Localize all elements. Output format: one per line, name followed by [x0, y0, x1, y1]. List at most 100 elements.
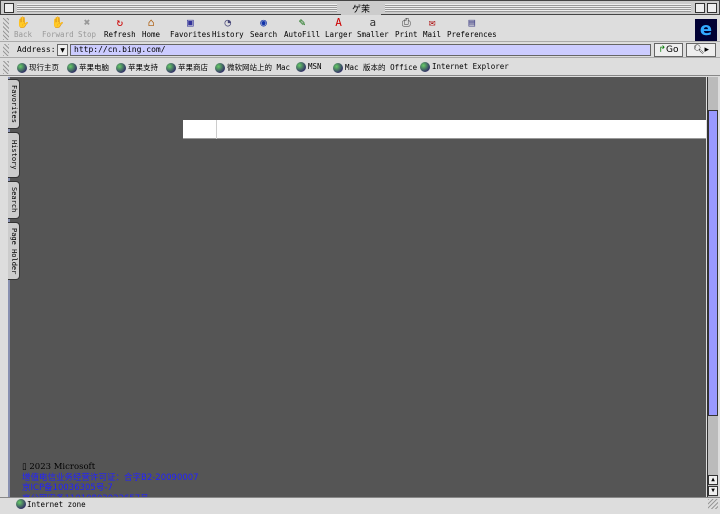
zoom-box[interactable]: [695, 3, 705, 13]
globe-icon: [17, 63, 27, 73]
favorite-label: Mac 版本的 Office: [345, 63, 418, 72]
toolbar-forward-button[interactable]: ✋ Forward: [42, 16, 74, 40]
page-content: [8, 77, 706, 497]
go-label: Go: [666, 45, 679, 55]
go-arrow-icon: ↱: [658, 45, 667, 55]
favorite-link[interactable]: 微软网站上的 Mac: [215, 62, 290, 73]
page-footer: ▯ 2023 Microsoft 增值电信业务经营许可证：合字B2-200900…: [22, 462, 199, 500]
toolbar-label: Mail: [423, 30, 442, 39]
toolbar-label: History: [212, 30, 244, 39]
favorite-link[interactable]: Internet Explorer: [420, 62, 509, 72]
favorite-label: 微软网站上的 Mac: [227, 63, 291, 72]
favorite-link[interactable]: Mac 版本的 Office: [333, 62, 417, 73]
copyright: ▯ 2023 Microsoft: [22, 462, 96, 472]
toolbar-favorites-button[interactable]: ▣ Favorites: [170, 16, 211, 40]
favorites-bar: 现行主页 苹果电脑 苹果支持 苹果商店 微软网站上的 Mac MSN Mac 版本的 Off…: [0, 59, 720, 76]
toolbar-larger-button[interactable]: A Larger: [325, 16, 353, 40]
address-grip[interactable]: [3, 44, 9, 56]
toolbar-label: Forward: [42, 30, 74, 39]
toolbar-stop-button[interactable]: ✖ Stop: [78, 16, 97, 40]
favorite-label: 苹果电脑: [79, 63, 109, 72]
toolbar-label: Stop: [78, 30, 97, 39]
address-bar: Address: ▼ http://cn.bing.com/ ↱Go 🔍︎▸: [0, 42, 720, 58]
toolbar-label: Favorites: [170, 30, 211, 39]
scroll-thumb[interactable]: [708, 110, 718, 416]
status-bar: Internet zone: [0, 497, 720, 510]
status-text: Internet zone: [27, 500, 86, 509]
address-label: Address:: [17, 45, 56, 54]
toolbar-history-button[interactable]: ◔ History: [212, 17, 244, 40]
autofill-icon: ✎: [298, 16, 306, 29]
collapse-box[interactable]: [707, 3, 717, 13]
go-button[interactable]: ↱Go: [654, 43, 683, 57]
toolbar-back-button[interactable]: ✋ Back: [14, 16, 33, 40]
refresh-icon: ↻: [116, 16, 124, 29]
vertical-scrollbar[interactable]: ▲ ▼: [707, 77, 718, 497]
toolbar-smaller-button[interactable]: a Smaller: [357, 16, 389, 40]
smaller-icon: a: [369, 16, 377, 29]
toolbar-label: Search: [250, 30, 278, 39]
toolbar-label: Back: [14, 30, 33, 39]
preferences-icon: ▤: [468, 16, 476, 29]
title-bar[interactable]: ゲ茉: [0, 0, 720, 15]
scroll-up-arrow[interactable]: ▲: [708, 475, 718, 485]
globe-icon: [333, 63, 343, 73]
stop-icon: ✖: [83, 16, 91, 29]
scroll-down-arrow[interactable]: ▼: [708, 486, 718, 496]
globe-icon: [166, 63, 176, 73]
globe-icon: [215, 63, 225, 73]
favorite-label: Internet Explorer: [432, 62, 509, 71]
favorite-link[interactable]: 苹果商店: [166, 62, 208, 73]
favorite-label: 现行主页: [29, 63, 59, 72]
address-input[interactable]: http://cn.bing.com/: [70, 44, 651, 56]
side-tab-search[interactable]: Search: [8, 181, 20, 219]
toolbar-label: Smaller: [357, 30, 389, 39]
favorites-grip[interactable]: [3, 61, 9, 74]
toolbar-mail-button[interactable]: ✉ Mail: [423, 16, 442, 40]
toolbar-label: Preferences: [447, 30, 497, 39]
toolbar-label: Home: [142, 30, 161, 39]
favorite-link[interactable]: MSN: [296, 62, 322, 72]
toolbar-print-button[interactable]: ⎙ Print: [395, 16, 418, 40]
toolbar-refresh-button[interactable]: ↻ Refresh: [104, 16, 136, 40]
favorite-label: MSN: [308, 62, 322, 71]
globe-icon: [116, 63, 126, 73]
back-icon: ✋: [16, 16, 30, 29]
close-box[interactable]: [4, 3, 14, 13]
footer-link-license[interactable]: 增值电信业务经营许可证：合字B2-20090007: [22, 473, 199, 484]
globe-icon: [420, 62, 430, 72]
favorite-label: 苹果商店: [178, 63, 208, 72]
toolbar-search-button[interactable]: ◉ Search: [250, 16, 278, 40]
toolbar-label: Larger: [325, 30, 353, 39]
toolbar-preferences-button[interactable]: ▤ Preferences: [447, 16, 497, 40]
magnifier-icon: 🔍︎▸: [693, 45, 709, 55]
forward-icon: ✋: [50, 16, 65, 29]
favorite-label: 苹果支持: [128, 63, 158, 72]
footer-link-icp[interactable]: 京ICP备10036305号-7: [22, 483, 199, 494]
title-stripes: [385, 4, 691, 12]
favorites-icon: ▣: [187, 16, 194, 29]
address-history-dropdown[interactable]: ▼: [57, 44, 68, 56]
toolbar-home-button[interactable]: ⌂ Home: [142, 16, 161, 40]
toolbar: ✋ Back ✋ Forward ✖ Stop ↻ Refresh ⌂ Home ▣ Favorite…: [0, 15, 720, 42]
favorite-link[interactable]: 苹果支持: [116, 62, 158, 73]
toolbar-grip[interactable]: [3, 18, 9, 40]
toolbar-autofill-button[interactable]: ✎ AutoFill: [284, 16, 320, 40]
side-tab-favorites[interactable]: Favorites: [8, 79, 20, 129]
globe-icon: [67, 63, 77, 73]
side-tab-history[interactable]: History: [8, 132, 20, 178]
search-box[interactable]: [183, 120, 706, 139]
toolbar-label: Print: [395, 30, 418, 39]
home-icon: ⌂: [147, 16, 155, 29]
larger-icon: A: [335, 16, 342, 29]
search-menu-button[interactable]: 🔍︎▸: [686, 43, 716, 57]
favorite-link[interactable]: 苹果电脑: [67, 62, 109, 73]
toolbar-label: Refresh: [104, 30, 136, 39]
search-icon: ◉: [260, 16, 267, 29]
favorite-link[interactable]: 现行主页: [17, 62, 59, 73]
title-stripes: [17, 4, 337, 12]
side-tab-page-holder[interactable]: Page Holder: [8, 222, 20, 280]
print-icon: ⎙: [401, 16, 411, 29]
mail-icon: ✉: [428, 16, 436, 29]
resize-grip[interactable]: [708, 499, 718, 509]
